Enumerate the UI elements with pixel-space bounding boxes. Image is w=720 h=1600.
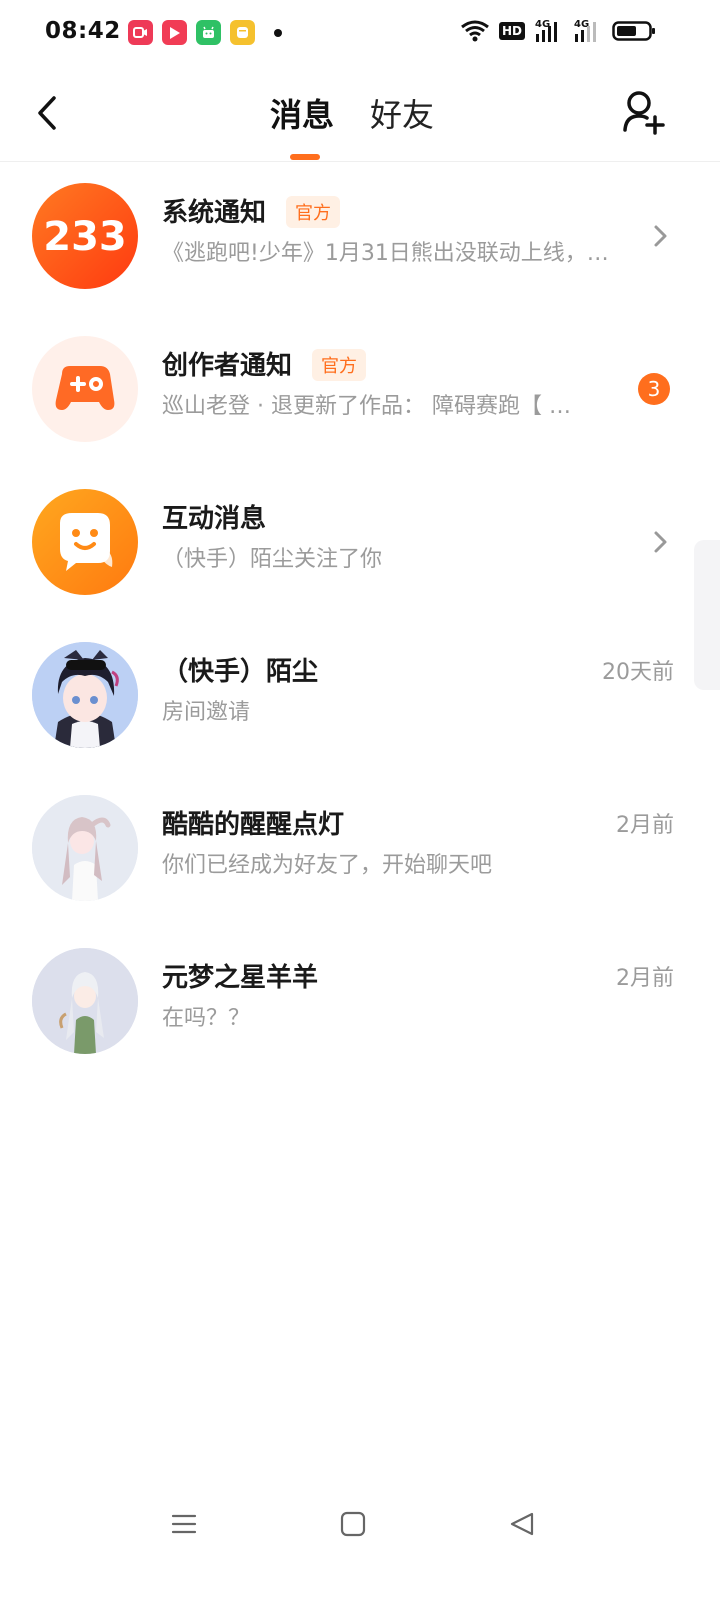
- back-nav-button[interactable]: [508, 1510, 536, 1542]
- item-subtitle: 在吗？？: [162, 1006, 251, 1031]
- item-subtitle: 房间邀请: [162, 700, 251, 725]
- list-item-chat[interactable]: （快手）陌尘 房间邀请 20天前: [0, 621, 720, 774]
- status-bar: 08:42 HD 4G 4G: [0, 0, 720, 66]
- list-item-interactions[interactable]: 互动消息 （快手）陌尘关注了你: [0, 468, 720, 621]
- official-badge: 官方: [286, 195, 341, 228]
- item-title: 系统通知 官方: [162, 192, 341, 230]
- android-app-icon: [196, 20, 221, 45]
- avatar: [32, 642, 138, 748]
- item-subtitle: 《逃跑吧!少年》1月31日熊出没联动上线，…: [162, 241, 609, 266]
- avatar: [32, 795, 138, 901]
- item-time: 2月前: [616, 966, 674, 991]
- notification-icons: [128, 20, 255, 45]
- avatar: [32, 948, 138, 1054]
- gamepad-icon: [55, 366, 115, 410]
- signal-icon-2: 4G: [574, 19, 596, 42]
- logo-233-icon: 233: [43, 214, 127, 260]
- anime-avatar-icon: [32, 948, 138, 1054]
- avatar-interactions: [32, 489, 138, 595]
- item-title-text: 创作者通知: [162, 351, 293, 381]
- back-triangle-icon: [510, 1512, 534, 1536]
- avatar-creator: [32, 336, 138, 442]
- home-square-icon: [340, 1511, 366, 1537]
- message-screen: 08:42 HD 4G 4G 消息 好友 233 系统通知 官方 《逃跑吧!少年…: [0, 0, 720, 1600]
- system-nav-bar: [0, 1490, 720, 1560]
- avatar-233: 233: [32, 183, 138, 289]
- anime-avatar-icon: [32, 795, 138, 901]
- item-title: 创作者通知 官方: [162, 345, 367, 383]
- anime-avatar-icon: [32, 642, 138, 748]
- signal-icon: 4G: [535, 19, 557, 42]
- top-nav: 消息 好友: [0, 66, 720, 162]
- list-item-system-notice[interactable]: 233 系统通知 官方 《逃跑吧!少年》1月31日熊出没联动上线，…: [0, 162, 720, 315]
- list-item-creator-notice[interactable]: 创作者通知 官方 巡山老登 · 退更新了作品： 障碍赛跑【 … 3: [0, 315, 720, 468]
- battery-icon: [612, 21, 655, 41]
- add-user-icon: [623, 91, 665, 135]
- list-item-chat[interactable]: 酷酷的醒醒点灯 你们已经成为好友了，开始聊天吧 2月前: [0, 774, 720, 927]
- video-app-icon: [128, 20, 153, 45]
- unread-count-badge: 3: [638, 373, 670, 405]
- chevron-right-icon: [654, 225, 667, 247]
- tab-friends[interactable]: 好友: [370, 90, 434, 136]
- item-time: 2月前: [616, 813, 674, 838]
- item-subtitle: （快手）陌尘关注了你: [162, 547, 383, 572]
- play-app-icon: [162, 20, 187, 45]
- system-status-icons: HD 4G 4G: [460, 18, 656, 44]
- message-list: 233 系统通知 官方 《逃跑吧!少年》1月31日熊出没联动上线，… 创作者通知…: [0, 162, 720, 1080]
- more-notifications-dot: [274, 29, 282, 37]
- chevron-right-icon: [654, 531, 667, 553]
- wifi-icon: [461, 20, 489, 42]
- tab-messages[interactable]: 消息: [270, 90, 334, 136]
- side-scroll-handle[interactable]: [694, 540, 720, 690]
- signal-label-1: 4G: [535, 19, 550, 30]
- active-tab-indicator: [290, 154, 320, 160]
- menu-button[interactable]: [170, 1510, 198, 1542]
- item-title: 元梦之星羊羊: [162, 963, 319, 993]
- item-time: 20天前: [602, 660, 674, 685]
- svg-text:233: 233: [43, 214, 127, 260]
- item-subtitle: 巡山老登 · 退更新了作品： 障碍赛跑【 …: [162, 394, 571, 419]
- add-friend-button[interactable]: [622, 90, 666, 136]
- back-arrow-icon: [38, 96, 56, 130]
- back-button[interactable]: [30, 94, 64, 132]
- menu-icon: [171, 1514, 197, 1534]
- home-button[interactable]: [340, 1510, 366, 1542]
- item-title-text: 系统通知: [162, 198, 267, 228]
- status-time: 08:42: [45, 18, 121, 44]
- official-badge: 官方: [312, 348, 367, 381]
- chat-bubble-face-icon: [60, 513, 113, 571]
- hd-network-badge: HD: [498, 22, 525, 40]
- notes-app-icon: [230, 20, 255, 45]
- item-title: （快手）陌尘: [162, 657, 319, 687]
- item-title: 互动消息: [162, 504, 267, 534]
- signal-label-2: 4G: [574, 19, 589, 30]
- item-subtitle: 你们已经成为好友了，开始聊天吧: [162, 853, 493, 878]
- item-title: 酷酷的醒醒点灯: [162, 810, 345, 840]
- list-item-chat[interactable]: 元梦之星羊羊 在吗？？ 2月前: [0, 927, 720, 1080]
